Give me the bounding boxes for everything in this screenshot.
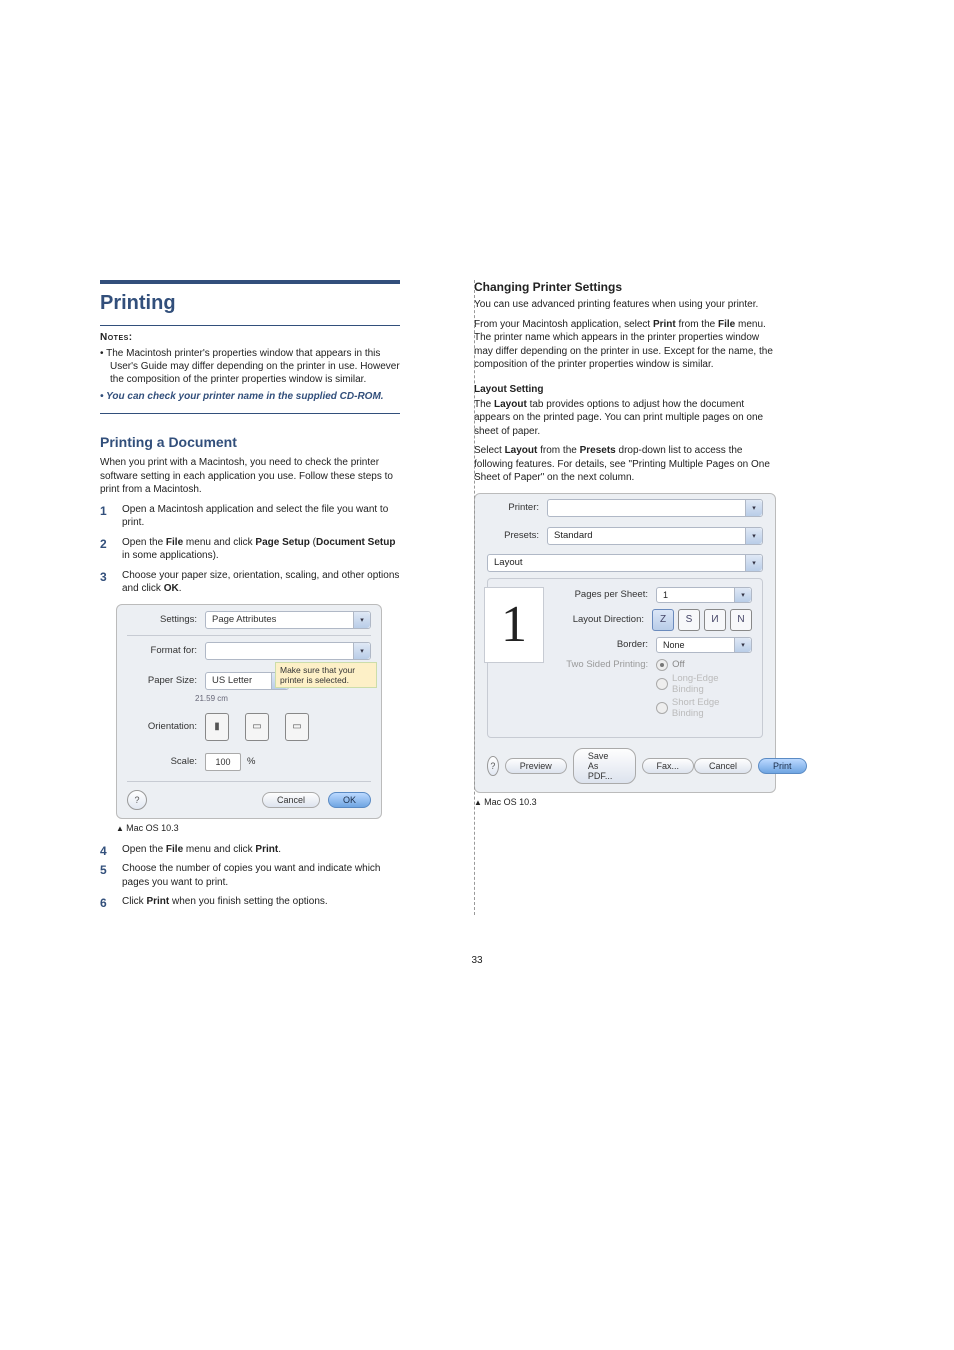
cancel-button[interactable]: Cancel <box>694 758 752 774</box>
pane-select[interactable]: Layout▾ <box>487 554 763 572</box>
presets-select[interactable]: Standard▾ <box>547 527 763 545</box>
chevron-down-icon: ▾ <box>353 612 370 628</box>
save-pdf-button[interactable]: Save As PDF... <box>573 748 636 784</box>
layout-direction-1[interactable]: Z <box>652 609 674 631</box>
help-button[interactable]: ? <box>127 790 147 810</box>
page-setup-dialog: Settings: Page Attributes ▾ Format for: … <box>116 604 382 819</box>
scale-unit: % <box>247 756 255 767</box>
chevron-down-icon: ▾ <box>745 500 762 516</box>
right-p3: The Layout tab provides options to adjus… <box>474 398 774 439</box>
step-1: Open a Macintosh application and select … <box>100 503 400 530</box>
note-item: The Macintosh printer's properties windo… <box>100 347 400 386</box>
print-button[interactable]: Print <box>758 758 807 774</box>
two-sided-label: Two Sided Printing: <box>560 659 656 670</box>
format-for-label: Format for: <box>127 645 205 656</box>
printer-label: Printer: <box>487 502 547 513</box>
intro-paragraph: When you print with a Macintosh, you nee… <box>100 456 400 497</box>
cancel-button[interactable]: Cancel <box>262 792 320 808</box>
steps-list-a: Open a Macintosh application and select … <box>100 503 400 596</box>
settings-select[interactable]: Page Attributes ▾ <box>205 611 371 629</box>
radio-long-edge[interactable] <box>656 678 668 690</box>
chevron-down-icon: ▾ <box>745 555 762 571</box>
help-button[interactable]: ? <box>487 756 499 776</box>
right-p1: You can use advanced printing features w… <box>474 298 774 312</box>
layout-direction-4[interactable]: N <box>730 609 752 631</box>
step-4: Open the File menu and click Print. <box>100 843 400 857</box>
paper-size-label: Paper Size: <box>127 675 205 686</box>
notes-box: Notes: The Macintosh printer's propertie… <box>100 325 400 414</box>
section-rule <box>100 280 400 284</box>
preview-button[interactable]: Preview <box>505 758 567 774</box>
chevron-down-icon: ▾ <box>734 588 751 602</box>
orientation-buttons: ▮ ▭ ▭ <box>205 713 309 741</box>
orientation-landscape[interactable]: ▭ <box>245 713 269 741</box>
layout-setting-heading: Layout Setting <box>474 384 774 395</box>
radio-short-edge[interactable] <box>656 702 668 714</box>
settings-label: Settings: <box>127 614 205 625</box>
border-label: Border: <box>560 639 656 650</box>
layout-direction-label: Layout Direction: <box>560 614 652 625</box>
step-5: Choose the number of copies you want and… <box>100 862 400 889</box>
pages-per-sheet-select[interactable]: 1▾ <box>656 587 752 603</box>
fax-button[interactable]: Fax... <box>642 758 695 774</box>
printing-heading: Printing <box>100 292 400 315</box>
printing-document-heading: Printing a Document <box>100 434 400 450</box>
scale-label: Scale: <box>127 756 205 767</box>
ok-button[interactable]: OK <box>328 792 371 808</box>
orientation-landscape-rev[interactable]: ▭ <box>285 713 309 741</box>
layout-preview-icon: 1 <box>484 587 544 663</box>
orientation-portrait[interactable]: ▮ <box>205 713 229 741</box>
steps-list-b: Open the File menu and click Print. Choo… <box>100 843 400 909</box>
scale-input[interactable]: 100 <box>205 753 241 771</box>
left-column: Printing Notes: The Macintosh printer's … <box>100 280 400 915</box>
step-6: Click Print when you finish setting the … <box>100 895 400 909</box>
presets-label: Presets: <box>487 530 547 541</box>
changing-settings-heading: Changing Printer Settings <box>474 280 774 294</box>
notes-label: Notes: <box>100 332 133 343</box>
note-item-cd: You can check your printer name in the s… <box>100 390 400 403</box>
orientation-label: Orientation: <box>127 721 205 732</box>
radio-off[interactable] <box>656 659 668 671</box>
right-column: Changing Printer Settings You can use ad… <box>474 280 774 915</box>
pages-per-sheet-label: Pages per Sheet: <box>560 589 656 600</box>
print-dialog: Printer: ▾ Presets: Standard▾ Layout▾ <box>474 493 776 793</box>
chevron-down-icon: ▾ <box>745 528 762 544</box>
step-2: Open the File menu and click Page Setup … <box>100 536 400 563</box>
dialog-caption-right: Mac OS 10.3 <box>474 797 774 807</box>
step-3: Choose your paper size, orientation, sca… <box>100 569 400 596</box>
printer-callout: Make sure that your printer is selected. <box>275 662 377 688</box>
format-for-select[interactable]: ▾ <box>205 642 371 660</box>
right-p4: Select Layout from the Presets drop-down… <box>474 444 774 485</box>
right-p2: From your Macintosh application, select … <box>474 318 774 372</box>
dialog-caption: Mac OS 10.3 <box>116 823 400 833</box>
page-number: 33 <box>100 955 854 966</box>
border-select[interactable]: None▾ <box>656 637 752 653</box>
layout-direction-2[interactable]: S <box>678 609 700 631</box>
chevron-down-icon: ▾ <box>734 638 751 652</box>
layout-direction-3[interactable]: И <box>704 609 726 631</box>
chevron-down-icon: ▾ <box>353 643 370 659</box>
layout-group: 1 Pages per Sheet: 1▾ Layout Direction: … <box>487 578 763 738</box>
printer-select[interactable]: ▾ <box>547 499 763 517</box>
